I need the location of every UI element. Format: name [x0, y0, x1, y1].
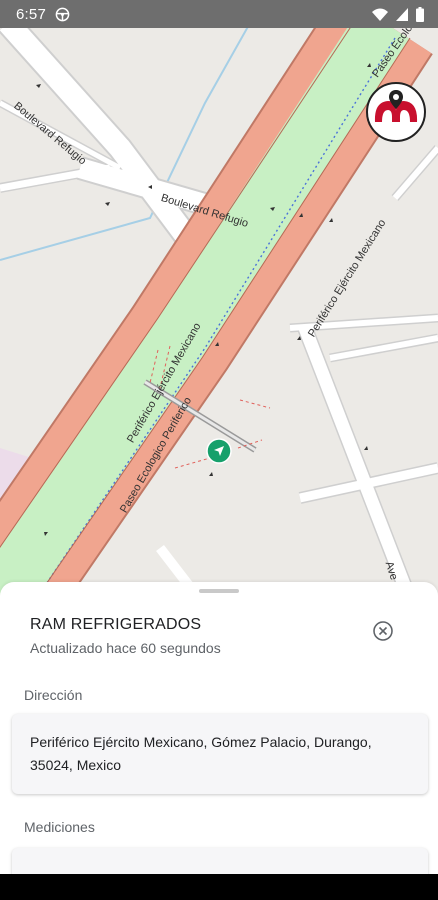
- steering-wheel-icon: [55, 7, 70, 21]
- status-time: 6:57: [16, 5, 46, 23]
- logo-graphic: [370, 86, 422, 138]
- brand-logo-icon[interactable]: [366, 82, 426, 142]
- wifi-icon: [372, 8, 388, 21]
- address-text: Periférico Ejército Mexicano, Gómez Pala…: [30, 734, 372, 773]
- vehicle-name: RAM REFRIGERADOS: [30, 616, 202, 633]
- battery-icon: [416, 6, 424, 22]
- close-icon: [373, 621, 393, 641]
- update-timestamp: Actualizado hace 60 segundos: [30, 640, 221, 656]
- system-navigation-bar: [0, 874, 438, 900]
- address-card: Periférico Ejército Mexicano, Gómez Pala…: [12, 714, 428, 794]
- vehicle-details-sheet: RAM REFRIGERADOS Actualizado hace 60 seg…: [0, 582, 438, 888]
- address-label: Dirección: [24, 687, 83, 703]
- close-button[interactable]: [371, 619, 395, 643]
- navigation-arrow-icon[interactable]: [206, 438, 232, 464]
- signal-icon: [396, 7, 408, 21]
- measurements-label: Mediciones: [24, 819, 95, 835]
- status-bar: 6:57: [0, 0, 438, 28]
- map-view[interactable]: Boulevard Refugio Boulevard Refugio Peri…: [0, 28, 438, 600]
- drag-handle[interactable]: [199, 589, 239, 593]
